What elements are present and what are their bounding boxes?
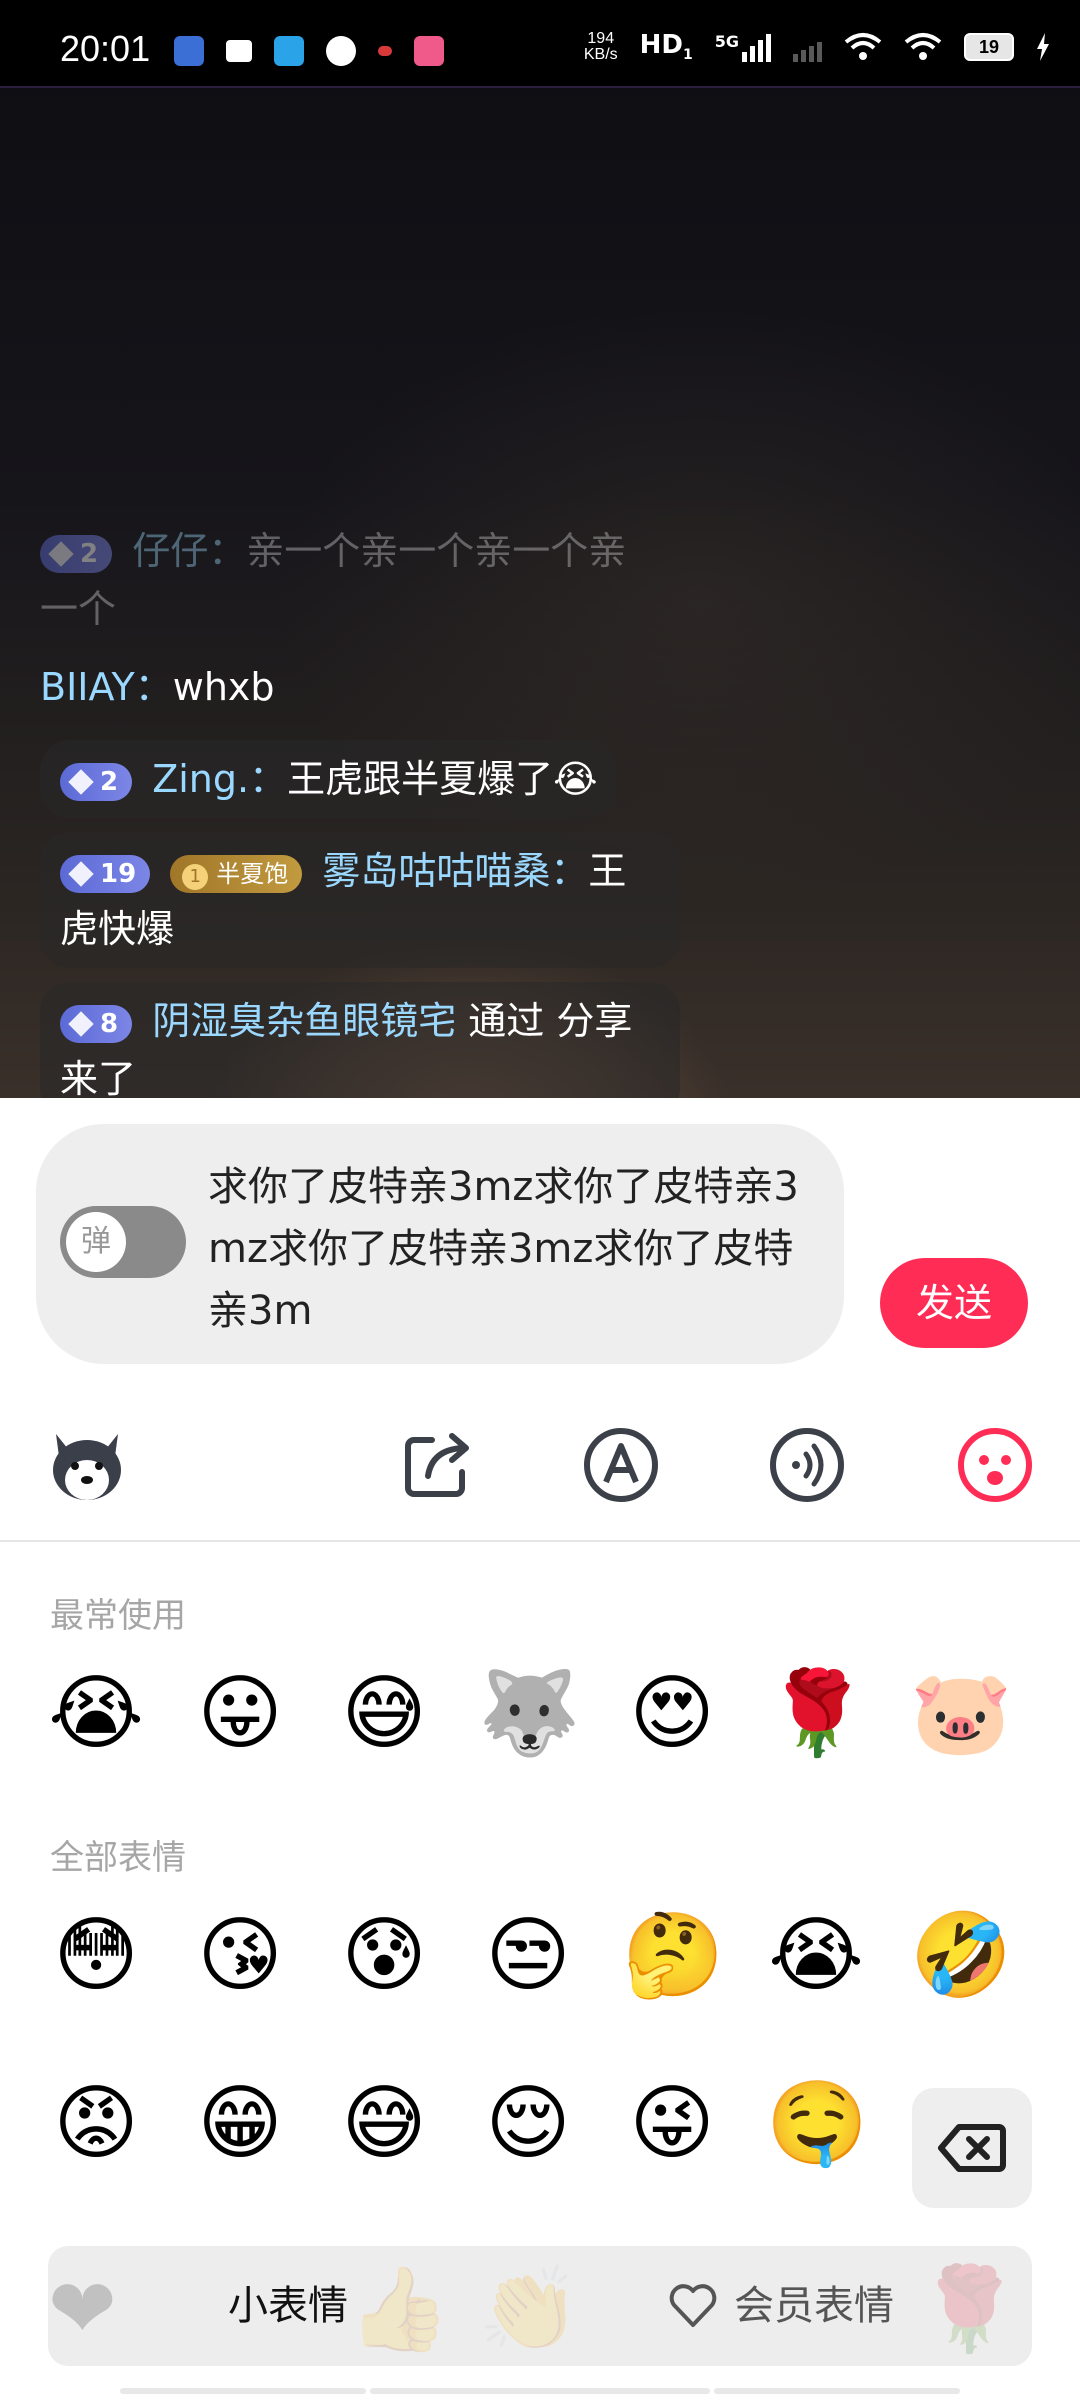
- voice-icon[interactable]: [762, 1420, 852, 1510]
- notification-icons: [174, 36, 444, 66]
- chat-username[interactable]: 阴湿臭杂鱼眼镜宅: [152, 999, 456, 1043]
- danmaku-toggle-knob: 弹: [66, 1212, 126, 1272]
- tab-member-label: 会员表情: [734, 2283, 894, 2329]
- chat-username[interactable]: BIIAY：: [40, 665, 173, 709]
- text-style-icon[interactable]: [576, 1420, 666, 1510]
- emoji-kiss-hearts[interactable]: 😍: [622, 1664, 722, 1764]
- status-time: 20:01: [60, 28, 151, 69]
- husky-sticker-icon[interactable]: [42, 1420, 132, 1510]
- pinwheel-icon: [326, 36, 356, 66]
- emoji-rose[interactable]: 🌹: [766, 1664, 868, 1764]
- danmaku-input-box[interactable]: 弹 求你了皮特亲3mz求你了皮特亲3mz求你了皮特亲3mz求你了皮特亲3m: [36, 1124, 844, 1364]
- app-notification-icon: [274, 36, 304, 66]
- emoji-item[interactable]: 🤤: [766, 2074, 868, 2174]
- danmaku-toggle[interactable]: 弹: [60, 1206, 186, 1278]
- chat-message: 2 Zing.：王虎跟半夏爆了😭: [40, 740, 618, 818]
- wifi-icon: [904, 32, 942, 60]
- frequent-section-title: 最常使用: [50, 1596, 186, 1636]
- chat-text: 王虎跟半夏爆了😭: [287, 757, 598, 801]
- home-indicator: [370, 2388, 710, 2394]
- emoji-item[interactable]: 😭: [766, 1906, 866, 2006]
- chat-message: 8 阴湿臭杂鱼眼镜宅 通过 分享 来了: [40, 982, 680, 1098]
- home-indicator: [714, 2388, 960, 2394]
- chat-message: 19 1 半夏饱 雾岛咕咕喵桑：王虎快爆: [40, 832, 680, 968]
- all-emoji-row-1: 😳 😘 😰 😒 🤔 😭 🤣: [0, 1906, 1080, 2016]
- emoji-item[interactable]: 😅: [334, 2074, 434, 2174]
- send-button[interactable]: 发送: [880, 1258, 1028, 1348]
- emoji-item[interactable]: 😳: [46, 1906, 146, 2006]
- chat-username[interactable]: 雾岛咕咕喵桑：: [322, 849, 588, 893]
- emoji-item[interactable]: 😜: [622, 2074, 722, 2174]
- input-toolbar: [0, 1420, 1080, 1520]
- status-right: 194 KB/s HD1 5G 19: [584, 30, 1050, 63]
- share-icon[interactable]: [392, 1420, 482, 1510]
- emoji-pig[interactable]: 🐷: [910, 1664, 1012, 1764]
- emoji-sweat-grin[interactable]: 😅: [334, 1664, 434, 1764]
- tab-small-emoji[interactable]: 小表情: [228, 2246, 348, 2366]
- net-speed: 194 KB/s: [583, 29, 618, 63]
- tab-bg-rose-icon: 🌹: [918, 2262, 1021, 2357]
- signal-icon: 5G: [715, 32, 771, 62]
- app-notification-icon: [174, 36, 204, 66]
- user-level-badge: 2: [60, 762, 133, 801]
- chat-text: whxb: [172, 665, 275, 709]
- backspace-button[interactable]: [912, 2088, 1032, 2208]
- chat-text: 亲一个亲一个亲一个亲一个: [40, 529, 627, 631]
- backspace-icon: [938, 2124, 1006, 2172]
- emoji-tab-bar: ❤ 👍 👏 🌹 小表情 会员表情: [48, 2246, 1032, 2366]
- user-level-badge: 19: [60, 854, 151, 893]
- emoji-item[interactable]: 😌: [478, 2074, 578, 2174]
- battery-indicator: 19: [964, 32, 1014, 61]
- emoji-crying[interactable]: 😭: [46, 1664, 146, 1764]
- app-notification-icon: [378, 46, 392, 56]
- emoji-item[interactable]: 😰: [334, 1906, 434, 2006]
- chat-username[interactable]: 仔仔：: [132, 529, 246, 573]
- emoji-item[interactable]: 🤣: [910, 1906, 1012, 2006]
- emoji-item[interactable]: 🤔: [622, 1906, 724, 2006]
- emoji-husky[interactable]: 🐺: [478, 1664, 580, 1764]
- chat-list[interactable]: 2 仔仔：亲一个亲一个亲一个亲一个 x BIIAY：whxb 2 Zing.：王…: [40, 512, 700, 1098]
- chat-username[interactable]: Zing.：: [152, 757, 287, 801]
- emoji-item[interactable]: 😡: [46, 2074, 146, 2174]
- all-section-title: 全部表情: [50, 1838, 186, 1878]
- tab-member-emoji[interactable]: 会员表情: [668, 2246, 894, 2366]
- emoji-drool-hearts[interactable]: 😛: [190, 1664, 290, 1764]
- mail-icon: [226, 40, 252, 62]
- divider: [0, 1540, 1080, 1542]
- home-indicator: [120, 2388, 366, 2394]
- frequent-emoji-row: 😭 😛 😅 🐺 😍 🌹 🐷: [0, 1664, 1080, 1774]
- chat-message: 2 仔仔：亲一个亲一个亲一个亲一个: [40, 512, 680, 648]
- heart-level-icon: 1: [182, 863, 209, 890]
- hd-icon: HD1: [639, 30, 693, 64]
- wifi-icon: [844, 32, 882, 60]
- charging-icon: [1037, 32, 1049, 61]
- tab-bg-thumb-icon: 👍: [348, 2262, 451, 2357]
- user-level-badge: 2: [40, 534, 113, 573]
- emoji-face-icon[interactable]: [950, 1420, 1040, 1510]
- app-notification-icon: [414, 36, 444, 66]
- user-level-badge: 8: [60, 1004, 133, 1043]
- message-input[interactable]: 求你了皮特亲3mz求你了皮特亲3mz求你了皮特亲3mz求你了皮特亲3m: [208, 1156, 808, 1342]
- emoji-item[interactable]: 😘: [190, 1906, 290, 2006]
- status-bar: 20:01 194 KB/s HD1 5G 19: [0, 0, 1080, 88]
- tab-bg-clap-icon: 👏: [478, 2262, 581, 2357]
- signal-weak-icon: [793, 32, 822, 62]
- tab-bg-heart-icon: ❤: [48, 2262, 117, 2357]
- emoji-item[interactable]: 😒: [478, 1906, 578, 2006]
- live-video[interactable]: 20:01 194 KB/s HD1 5G 19 2 仔仔：亲一个亲一个亲一个亲…: [0, 0, 1080, 1098]
- emoji-item[interactable]: 😁: [190, 2074, 290, 2174]
- heart-outline-icon: [669, 2284, 717, 2327]
- fan-club-badge: 1 半夏饱: [170, 854, 303, 893]
- chat-message: BIIAY：whxb: [40, 648, 295, 726]
